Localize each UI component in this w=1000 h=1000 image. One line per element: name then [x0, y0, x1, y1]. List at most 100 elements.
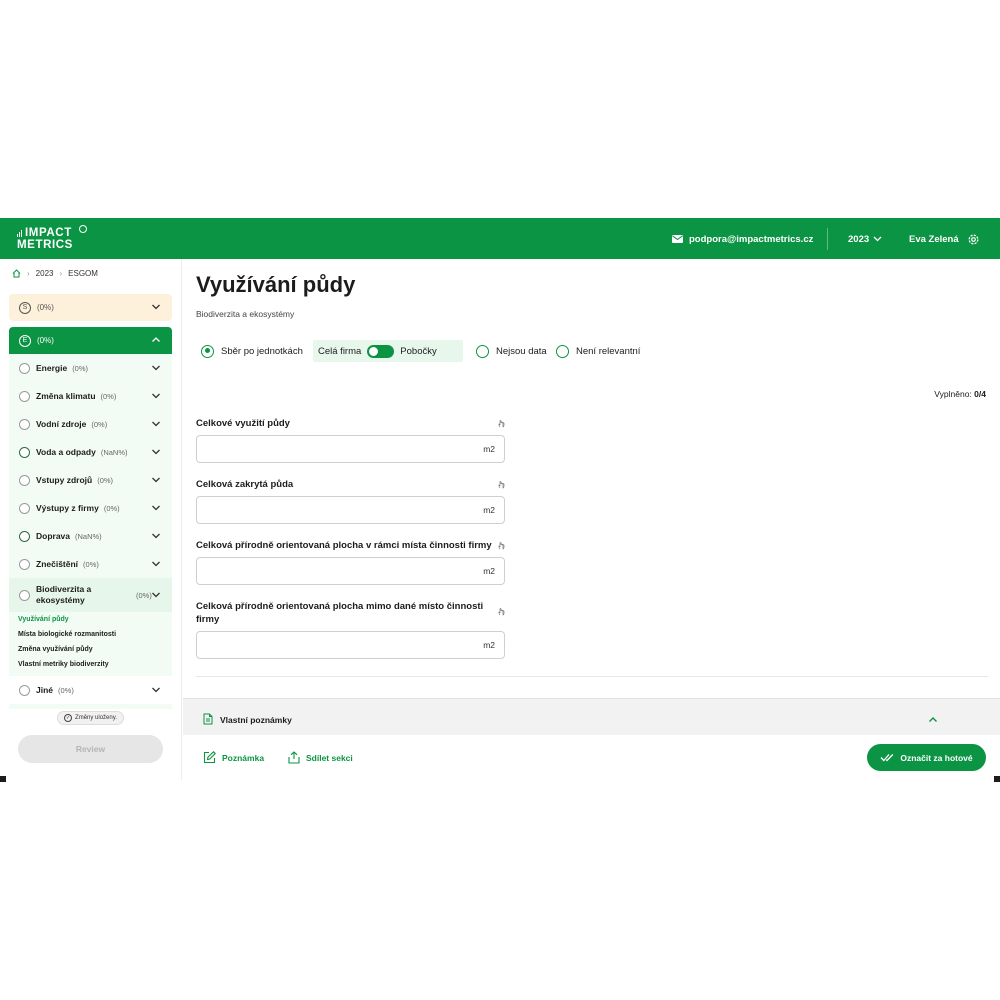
- sidebar-item-vstupy-zdroju[interactable]: Vstupy zdrojů (0%): [9, 466, 172, 494]
- filled-label: Vyplněno:: [934, 389, 972, 399]
- app-window: IMPACT METRICS podpora@impactmetrics.cz …: [0, 218, 1000, 780]
- hand-pointer-icon[interactable]: [497, 480, 506, 489]
- radio-icon: [476, 344, 489, 358]
- subitem-vyuzivani-pudy[interactable]: Využívání půdy: [18, 616, 69, 623]
- gear-icon[interactable]: [967, 233, 980, 246]
- mail-icon: [672, 235, 683, 243]
- chevron-down-icon: [152, 592, 160, 598]
- sidebar-item-voda-a-odpady[interactable]: Voda a odpady (NaN%): [9, 438, 172, 466]
- sidebar-item-biodiverzita[interactable]: Biodiverzita a ekosystémy (0%): [9, 578, 172, 612]
- option-label: Nejsou data: [496, 345, 547, 357]
- chevron-down-icon: [152, 477, 160, 483]
- section-s-header[interactable]: S (0%): [9, 294, 172, 321]
- total-land-use-input[interactable]: m2: [196, 435, 505, 463]
- sidebar-item-jine[interactable]: Jiné (0%): [9, 676, 172, 704]
- text-input[interactable]: [205, 562, 475, 580]
- sidebar-item-zmena-klimatu[interactable]: Změna klimatu (0%): [9, 382, 172, 410]
- add-note-label: Poznámka: [222, 752, 265, 763]
- firm-branches-toggle[interactable]: [367, 344, 395, 358]
- status-circle-icon: [19, 684, 30, 696]
- nature-area-onsite-input[interactable]: m2: [196, 557, 505, 585]
- text-input[interactable]: [205, 636, 475, 654]
- text-input[interactable]: [205, 440, 475, 458]
- category-label: Doprava: [36, 531, 71, 541]
- check-circle-icon: ✓: [64, 714, 73, 722]
- sidebar-item-vystupy-z-firmy[interactable]: Výstupy z firmy (0%): [9, 494, 172, 522]
- field-label: Celková zakrytá půda: [196, 479, 294, 490]
- status-circle-icon: [19, 530, 30, 542]
- status-circle-icon: [19, 446, 30, 458]
- unit-label: m2: [483, 640, 495, 650]
- share-section-button[interactable]: Sdílet sekci: [288, 751, 353, 764]
- chevron-up-icon[interactable]: [928, 716, 938, 724]
- share-icon: [288, 751, 300, 764]
- status-circle-icon: [19, 390, 30, 402]
- sealed-area-input[interactable]: m2: [196, 496, 505, 524]
- notes-panel-header[interactable]: Vlastní poznámky: [183, 698, 1000, 735]
- option-per-unit[interactable]: Sběr po jednotkách: [201, 340, 303, 362]
- section-e-header[interactable]: E (0%): [9, 327, 172, 354]
- frame-corner: [994, 776, 1000, 782]
- breadcrumb-separator: ›: [27, 269, 30, 278]
- option-label: Není relevantní: [576, 345, 641, 357]
- category-pct: (NaN%): [75, 531, 102, 541]
- category-pct: (0%): [58, 685, 74, 695]
- section-s-pct: (0%): [37, 303, 54, 312]
- category-pct: (0%): [97, 475, 114, 485]
- breadcrumb-year[interactable]: 2023: [36, 269, 54, 278]
- logo-badge-icon: [79, 225, 87, 233]
- status-circle-icon: [19, 362, 30, 374]
- year-selector[interactable]: 2023: [848, 231, 882, 247]
- chevron-down-icon: [873, 236, 882, 242]
- mark-done-button[interactable]: Označit za hotové: [867, 744, 986, 771]
- page-title: Využívání půdy: [196, 272, 356, 297]
- saved-status-badge: ✓ Změny uloženy.: [57, 711, 124, 725]
- top-bar: IMPACT METRICS podpora@impactmetrics.cz …: [0, 218, 1000, 259]
- status-circle-icon: [19, 418, 30, 430]
- hand-pointer-icon[interactable]: [497, 541, 506, 550]
- sidebar-item-energie[interactable]: Energie (0%): [9, 354, 172, 382]
- header-divider: [827, 228, 828, 250]
- divider: [196, 676, 988, 677]
- category-label: Vstupy zdrojů: [36, 475, 93, 485]
- sidebar-item-doprava[interactable]: Doprava (NaN%): [9, 522, 172, 550]
- section-e-pct: (0%): [37, 336, 54, 345]
- add-note-button[interactable]: Poznámka: [203, 751, 264, 764]
- hand-pointer-icon[interactable]: [497, 419, 506, 428]
- review-button[interactable]: Review: [18, 735, 163, 763]
- support-email: podpora@impactmetrics.cz: [689, 233, 814, 245]
- document-icon: [203, 713, 213, 725]
- breadcrumb-separator: ›: [59, 269, 63, 278]
- text-input[interactable]: [205, 501, 475, 519]
- nature-area-offsite-input[interactable]: m2: [196, 631, 505, 659]
- chevron-down-icon: [152, 505, 160, 511]
- support-email-link[interactable]: podpora@impactmetrics.cz: [672, 231, 813, 247]
- chevron-down-icon: [152, 304, 160, 310]
- double-check-icon: [880, 754, 894, 762]
- radio-icon: [556, 344, 569, 358]
- user-menu[interactable]: Eva Zelená: [909, 231, 980, 247]
- radio-selected-icon: [201, 344, 214, 358]
- filled-counter: Vyplněno: 0/4: [934, 389, 986, 399]
- sidebar-item-znecisteni[interactable]: Znečištění (0%): [9, 550, 172, 578]
- logo-line-1: IMPACT: [25, 227, 72, 239]
- collection-options: Sběr po jednotkách Celá firma Pobočky Ne…: [196, 340, 896, 362]
- share-section-label: Sdílet sekci: [306, 752, 353, 763]
- category-label: Znečištění: [36, 559, 79, 569]
- home-icon[interactable]: [12, 269, 21, 278]
- sidebar-item-vodni-zdroje[interactable]: Vodní zdroje (0%): [9, 410, 172, 438]
- category-label: Biodiverzita a ekosystémy: [36, 584, 92, 605]
- logo[interactable]: IMPACT METRICS: [17, 225, 87, 253]
- option-not-relevant[interactable]: Není relevantní: [556, 340, 640, 362]
- category-pct: (0%): [83, 559, 99, 569]
- chevron-down-icon: [152, 533, 160, 539]
- subitem-zmena-vyuzivani-pudy[interactable]: Změna využívání půdy: [18, 646, 93, 653]
- subitem-mista-biologicke-rozmanitosti[interactable]: Místa biologické rozmanitosti: [18, 631, 116, 638]
- unit-label: m2: [483, 505, 495, 515]
- hand-pointer-icon[interactable]: [497, 607, 506, 616]
- breadcrumb-current[interactable]: ESGOM: [68, 269, 98, 278]
- toggle-left-label: Celá firma: [318, 345, 362, 357]
- subitem-vlastni-metriky[interactable]: Vlastní metriky biodiverzity: [18, 661, 109, 668]
- option-no-data[interactable]: Nejsou data: [476, 340, 547, 362]
- chevron-down-icon: [152, 365, 160, 371]
